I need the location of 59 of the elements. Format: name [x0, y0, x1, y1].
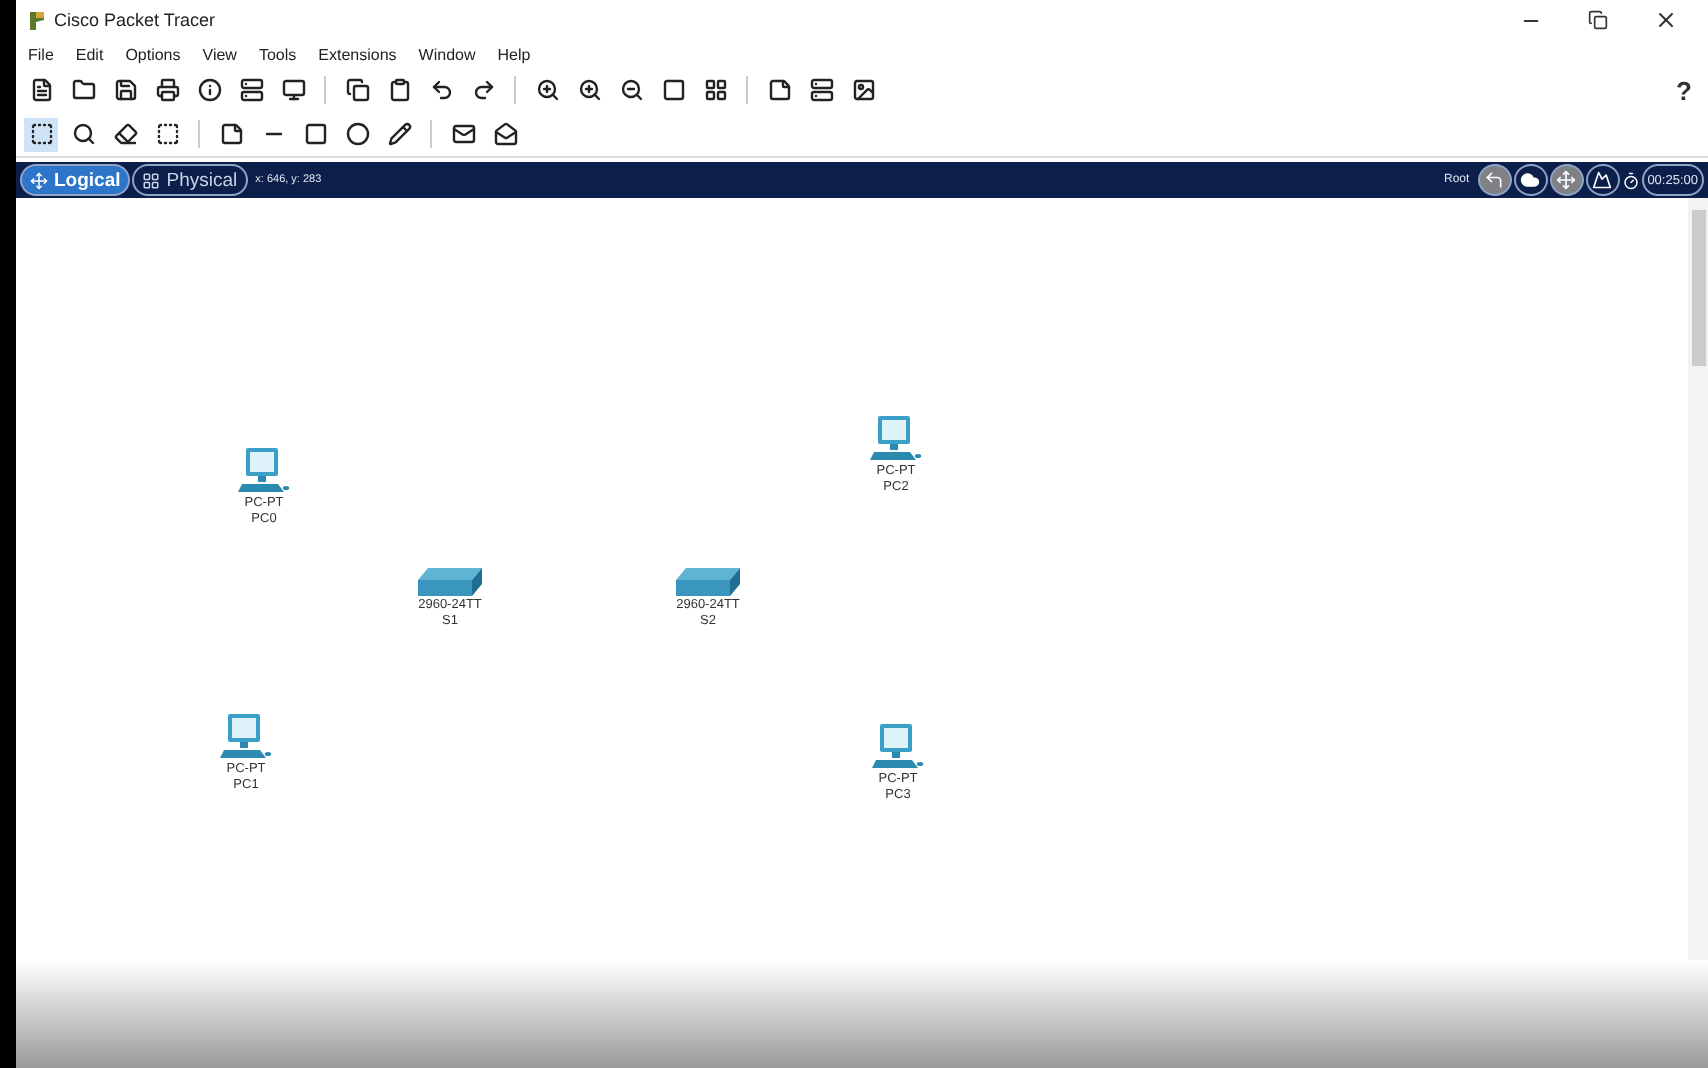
window-title: Cisco Packet Tracer — [54, 10, 218, 30]
move-icon — [1556, 170, 1577, 190]
device-icon — [809, 78, 833, 102]
computer-icon[interactable] — [238, 446, 290, 496]
timer-icon — [1621, 171, 1640, 189]
computer-icon[interactable] — [220, 712, 272, 762]
menu-item[interactable]: Help — [497, 45, 531, 63]
zoom-out-icon — [619, 78, 643, 102]
move-button[interactable] — [1549, 164, 1584, 196]
zoom-in-icon — [535, 78, 559, 102]
note-icon — [767, 78, 791, 102]
computer-icon[interactable] — [870, 414, 922, 464]
menu-item[interactable]: Tools — [258, 45, 297, 63]
undo-icon — [429, 78, 453, 102]
restore-icon — [1588, 10, 1608, 30]
back-arrow-icon — [1484, 170, 1505, 190]
info-icon — [197, 78, 221, 102]
help-button[interactable]: ? — [1668, 75, 1700, 105]
zoom-icon — [577, 78, 601, 102]
app-logo-icon — [28, 9, 46, 31]
copy-icon — [345, 78, 369, 102]
menu-item[interactable]: Extensions — [318, 45, 397, 63]
note-icon — [219, 122, 243, 146]
ellipse-icon — [345, 122, 369, 146]
close-icon — [1654, 8, 1678, 32]
open-mail-icon — [493, 122, 517, 146]
network-icon — [239, 78, 263, 102]
save-icon — [113, 78, 137, 102]
workspace-tab[interactable]: Physical — [132, 164, 248, 196]
nodes-icon — [30, 171, 48, 189]
menu-item[interactable]: View — [202, 45, 237, 63]
mail-icon — [451, 122, 475, 146]
menu-item[interactable]: Options — [125, 45, 181, 63]
select-icon — [29, 122, 53, 146]
delete-icon — [113, 122, 137, 146]
new-file-icon — [29, 78, 53, 102]
search-icon — [71, 122, 95, 146]
computer-icon[interactable] — [872, 722, 924, 772]
redo-icon — [471, 78, 495, 102]
grid-icon — [142, 171, 161, 189]
printer-icon — [155, 78, 179, 102]
workspace-tab[interactable]: Logical — [20, 164, 131, 196]
switch-icon[interactable] — [416, 566, 484, 598]
pencil-icon — [387, 122, 411, 146]
mountain-icon — [1592, 170, 1613, 190]
back-button[interactable] — [1477, 164, 1512, 196]
menu-item[interactable]: Window — [418, 45, 476, 63]
switch-icon[interactable] — [674, 566, 742, 598]
scrollbar[interactable] — [1688, 198, 1708, 960]
cloud-icon — [1520, 170, 1541, 190]
cloud-button[interactable] — [1513, 164, 1548, 196]
menu-item[interactable]: File — [28, 45, 54, 63]
image-icon — [851, 78, 875, 102]
rectangle-icon — [303, 122, 327, 146]
paste-icon — [387, 78, 411, 102]
select-button[interactable] — [24, 117, 58, 151]
menu-item[interactable]: Edit — [75, 45, 104, 63]
folder-icon — [71, 78, 95, 102]
rectangle-icon — [661, 78, 685, 102]
